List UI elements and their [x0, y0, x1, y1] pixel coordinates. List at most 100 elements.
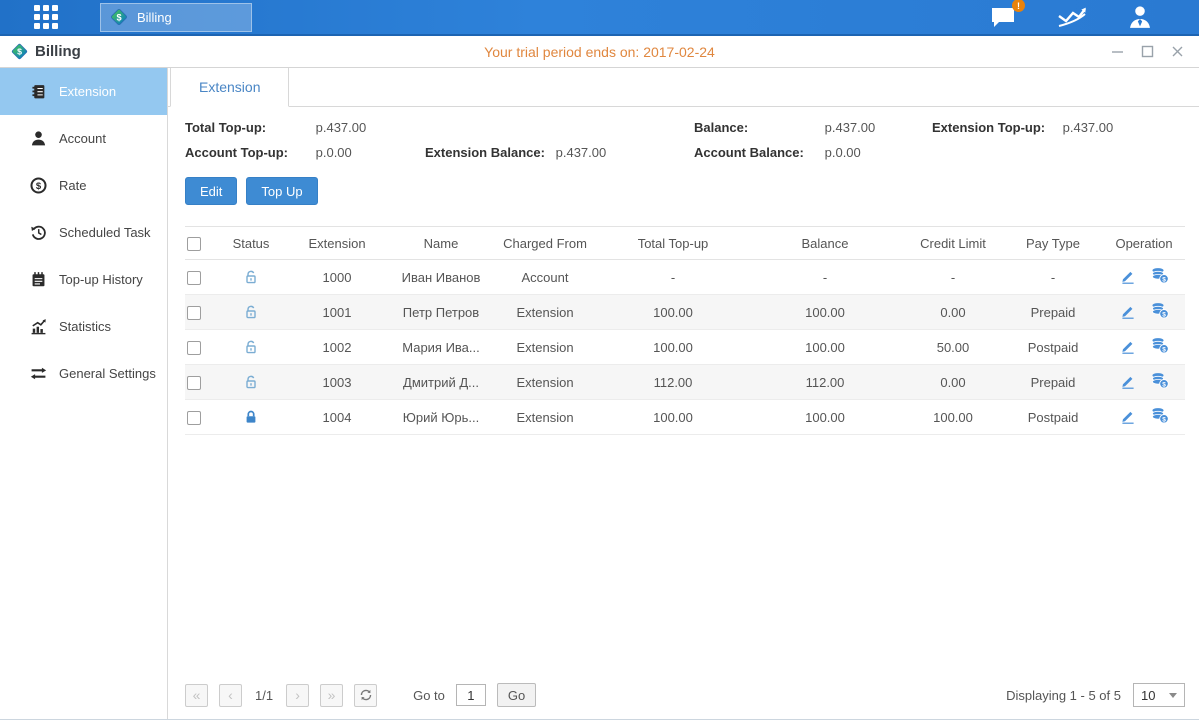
sidebar-item-label: Account [59, 131, 106, 146]
edit-pencil-icon[interactable] [1120, 373, 1136, 389]
notepad-icon [30, 271, 47, 288]
sidebar-item-rate[interactable]: $ Rate [0, 162, 167, 209]
top-up-coins-icon[interactable]: $ [1151, 337, 1169, 354]
history-clock-icon [30, 224, 47, 241]
column-header-credit-limit: Credit Limit [903, 227, 1003, 260]
table-row[interactable]: 1002 Мария Ива... Extension 100.00 100.0… [185, 330, 1185, 365]
page-size-select[interactable]: 10 [1133, 683, 1185, 707]
top-up-coins-icon[interactable]: $ [1151, 267, 1169, 284]
action-buttons: Edit Top Up [168, 160, 1199, 205]
row-checkbox[interactable] [187, 341, 201, 355]
minimize-icon[interactable] [1110, 44, 1125, 59]
summary-value: p.437.00 [825, 120, 876, 135]
last-page-button[interactable]: » [320, 684, 343, 707]
summary-value: p.0.00 [316, 145, 352, 160]
column-header-extension: Extension [283, 227, 391, 260]
lock-open-icon [243, 339, 259, 355]
sidebar: Extension Account $ Rate [0, 68, 168, 719]
table-row[interactable]: 1004 Юрий Юрь... Extension 100.00 100.00… [185, 400, 1185, 435]
lock-open-icon [243, 304, 259, 320]
edit-button[interactable]: Edit [185, 177, 237, 205]
svg-text:$: $ [1162, 277, 1166, 284]
app-grid-icon[interactable] [34, 5, 58, 29]
cell-name: Дмитрий Д... [391, 365, 491, 400]
sidebar-item-scheduled-task[interactable]: Scheduled Task [0, 209, 167, 256]
row-checkbox[interactable] [187, 411, 201, 425]
cell-extension: 1001 [283, 295, 391, 330]
tab-strip: Extension [168, 68, 1199, 107]
cell-pay-type: Postpaid [1003, 330, 1103, 365]
summary-label: Account Balance: [694, 145, 821, 160]
top-up-coins-icon[interactable]: $ [1151, 407, 1169, 424]
sidebar-item-label: Extension [59, 84, 116, 99]
edit-pencil-icon[interactable] [1120, 338, 1136, 354]
sidebar-item-topup-history[interactable]: Top-up History [0, 256, 167, 303]
top-up-coins-icon[interactable]: $ [1151, 302, 1169, 319]
sidebar-item-label: Top-up History [59, 272, 143, 287]
cell-extension: 1000 [283, 260, 391, 295]
cell-extension: 1004 [283, 400, 391, 435]
maximize-icon[interactable] [1140, 44, 1155, 59]
goto-page-input[interactable] [456, 684, 486, 706]
close-icon[interactable] [1170, 44, 1185, 59]
cell-charged-from: Extension [491, 330, 599, 365]
row-checkbox[interactable] [187, 376, 201, 390]
person-icon [30, 130, 47, 147]
cell-charged-from: Extension [491, 295, 599, 330]
cell-balance: 100.00 [747, 400, 903, 435]
dollar-circle-icon: $ [30, 177, 47, 194]
table-row[interactable]: 1003 Дмитрий Д... Extension 112.00 112.0… [185, 365, 1185, 400]
select-all-checkbox[interactable] [187, 237, 201, 251]
prev-page-button[interactable]: ‹ [219, 684, 242, 707]
summary-account-balance: Account Balance: p.0.00 [694, 145, 932, 160]
cell-balance: - [747, 260, 903, 295]
cell-pay-type: Prepaid [1003, 365, 1103, 400]
top-up-button[interactable]: Top Up [246, 177, 317, 205]
column-header-pay-type: Pay Type [1003, 227, 1103, 260]
summary-value: p.0.00 [825, 145, 861, 160]
goto-label: Go to [413, 688, 445, 703]
tab-extension[interactable]: Extension [170, 68, 289, 107]
taskbar-tab-billing[interactable]: $ Billing [100, 3, 252, 32]
row-checkbox[interactable] [187, 306, 201, 320]
sliders-icon [30, 365, 47, 382]
edit-pencil-icon[interactable] [1120, 268, 1136, 284]
top-up-coins-icon[interactable]: $ [1151, 372, 1169, 389]
cell-credit-limit: - [903, 260, 1003, 295]
pagination-bar: « ‹ 1/1 › » Go to Go Displaying 1 - 5 of… [168, 683, 1199, 719]
user-icon[interactable] [1127, 4, 1153, 30]
row-checkbox[interactable] [187, 271, 201, 285]
go-button[interactable]: Go [497, 683, 536, 707]
table-header-row: Status Extension Name Charged From Total… [185, 227, 1185, 260]
sidebar-item-extension[interactable]: Extension [0, 68, 167, 115]
cell-credit-limit: 50.00 [903, 330, 1003, 365]
edit-pencil-icon[interactable] [1120, 303, 1136, 319]
window-title-group: $ Billing [0, 42, 81, 61]
ledger-icon [30, 83, 47, 100]
reports-chart-icon[interactable] [1057, 5, 1087, 29]
cell-charged-from: Account [491, 260, 599, 295]
notification-badge: ! [1012, 0, 1025, 12]
table-row[interactable]: 1000 Иван Иванов Account - - - - [185, 260, 1185, 295]
sidebar-item-statistics[interactable]: Statistics [0, 303, 167, 350]
cell-name: Юрий Юрь... [391, 400, 491, 435]
edit-pencil-icon[interactable] [1120, 408, 1136, 424]
cell-balance: 112.00 [747, 365, 903, 400]
table-row[interactable]: 1001 Петр Петров Extension 100.00 100.00… [185, 295, 1185, 330]
cell-total-topup: 100.00 [599, 295, 747, 330]
column-header-charged-from: Charged From [491, 227, 599, 260]
column-header-balance: Balance [747, 227, 903, 260]
sidebar-item-account[interactable]: Account [0, 115, 167, 162]
svg-text:$: $ [1162, 312, 1166, 319]
refresh-icon[interactable] [354, 684, 377, 707]
sidebar-item-general-settings[interactable]: General Settings [0, 350, 167, 397]
summary-label: Balance: [694, 120, 821, 135]
cell-total-topup: 100.00 [599, 400, 747, 435]
summary-label: Account Top-up: [185, 145, 312, 160]
first-page-button[interactable]: « [185, 684, 208, 707]
messages-icon[interactable]: ! [990, 5, 1017, 29]
stats-chart-icon [30, 318, 47, 335]
next-page-button[interactable]: › [286, 684, 309, 707]
cell-credit-limit: 100.00 [903, 400, 1003, 435]
summary-label: Extension Balance: [425, 145, 552, 160]
